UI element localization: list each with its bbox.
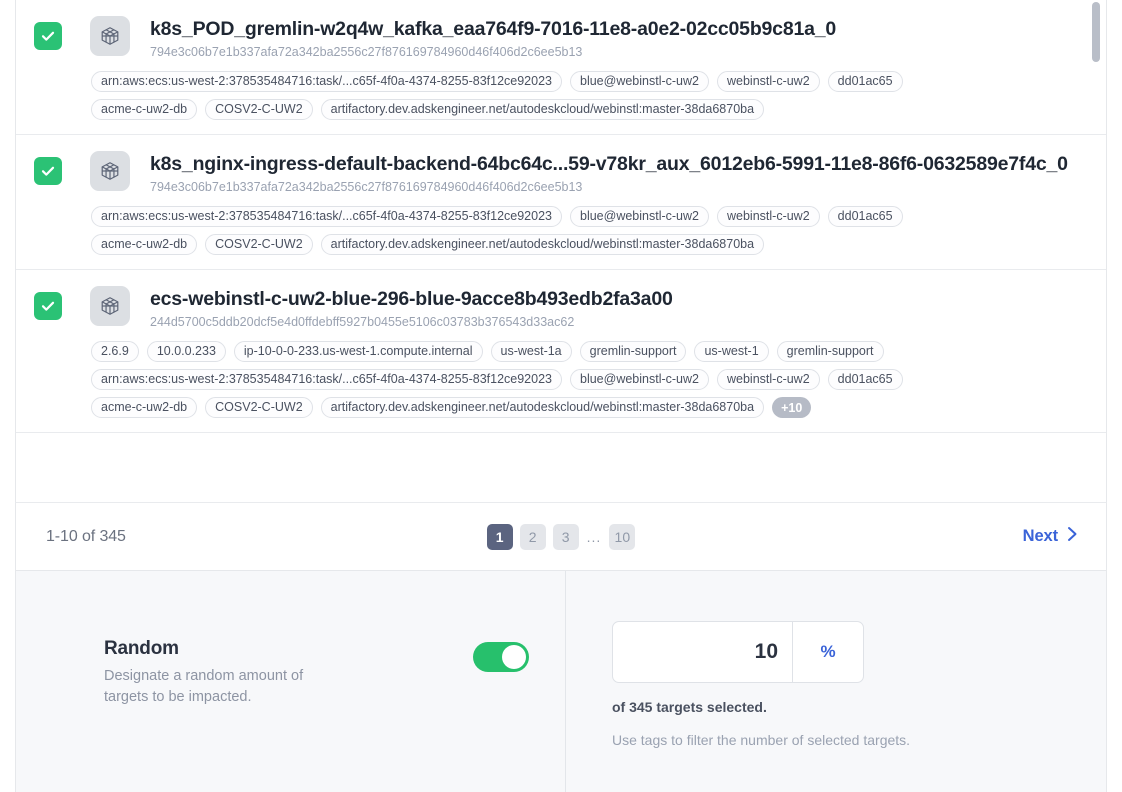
tag-line: 2.6.9 10.0.0.233 ip-10-0-0-233.us-west-1… [91,341,1088,362]
target-tag[interactable]: arn:aws:ecs:us-west-2:378535484716:task/… [91,206,562,227]
target-selection-screen: k8s_POD_gremlin-w2q4w_kafka_eaa764f9-701… [0,0,1122,792]
target-tag[interactable]: arn:aws:ecs:us-west-2:378535484716:task/… [91,369,562,390]
page-button-last[interactable]: 10 [609,523,636,550]
target-tag[interactable]: 2.6.9 [91,341,139,362]
target-tag[interactable]: acme-c-uw2-db [91,99,198,120]
target-subtitle: 794e3c06b7e1b337afa72a342ba2556c27f87616… [150,45,583,59]
target-tags: arn:aws:ecs:us-west-2:378535484716:task/… [91,206,1088,255]
pagination-range: 1-10 of 345 [46,527,126,545]
random-toggle[interactable] [473,642,529,672]
amount-unit-button[interactable]: % [792,622,863,682]
amount-hint: Use tags to filter the number of selecte… [612,732,911,748]
amount-input-group: 10 % [612,621,864,683]
page-button-2[interactable]: 2 [519,523,546,550]
pagination-pages: 1 2 3 ... 10 [16,523,1106,550]
target-tag[interactable]: 10.0.0.233 [146,341,226,362]
target-subtitle: 794e3c06b7e1b337afa72a342ba2556c27f87616… [150,180,583,194]
target-row-header: k8s_POD_gremlin-w2q4w_kafka_eaa764f9-701… [34,16,1088,61]
target-tag[interactable]: us-west-1a [490,341,572,362]
random-description: Designate a random amount of targets to … [104,668,304,705]
toggle-knob [502,645,526,669]
target-title: ecs-webinstl-c-uw2-blue-296-blue-9acce8b… [150,288,673,310]
random-setting: Random Designate a random amount of targ… [104,638,529,708]
target-tag[interactable]: us-west-1 [694,341,769,362]
target-row[interactable]: k8s_POD_gremlin-w2q4w_kafka_eaa764f9-701… [16,0,1106,135]
target-row-header: ecs-webinstl-c-uw2-blue-296-blue-9acce8b… [34,286,1088,331]
target-tag[interactable]: blue@webinstl-c-uw2 [570,369,709,390]
amount-setting: 10 % of 345 targets selected. Use tags t… [612,621,910,748]
target-tags: arn:aws:ecs:us-west-2:378535484716:task/… [91,71,1088,120]
target-tag[interactable]: COSV2-C-UW2 [205,99,313,120]
target-tag[interactable]: dd01ac65 [827,71,903,92]
cube-icon [90,286,130,326]
target-title-block: k8s_POD_gremlin-w2q4w_kafka_eaa764f9-701… [150,16,836,61]
tag-line: arn:aws:ecs:us-west-2:378535484716:task/… [91,369,1088,390]
random-title: Random [104,638,179,659]
target-tag[interactable]: gremlin-support [579,341,687,362]
tag-line: arn:aws:ecs:us-west-2:378535484716:task/… [91,71,1088,92]
target-subtitle: 244d5700c5ddb20dcf5e4d0ffdebff5927b0455e… [150,315,575,329]
tag-line: acme-c-uw2-db COSV2-C-UW2 artifactory.de… [91,99,1088,120]
target-tag[interactable]: webinstl-c-uw2 [717,206,820,227]
cube-icon [90,151,130,191]
target-tag[interactable]: webinstl-c-uw2 [717,369,820,390]
target-tag[interactable]: COSV2-C-UW2 [205,397,313,418]
target-tag[interactable]: artifactory.dev.adskengineer.net/autodes… [320,234,765,255]
random-setting-section: Random Designate a random amount of targ… [16,571,566,792]
vertical-scrollbar[interactable] [1092,0,1100,502]
target-checkbox[interactable] [34,157,62,185]
target-row[interactable]: k8s_nginx-ingress-default-backend-64bc64… [16,135,1106,270]
target-checkbox[interactable] [34,22,62,50]
cube-icon [90,16,130,56]
target-tag[interactable]: COSV2-C-UW2 [205,234,313,255]
target-tag[interactable]: gremlin-support [776,341,884,362]
page-button-3[interactable]: 3 [552,523,579,550]
target-row[interactable]: ecs-webinstl-c-uw2-blue-296-blue-9acce8b… [16,270,1106,433]
target-row-header: k8s_nginx-ingress-default-backend-64bc64… [34,151,1088,196]
target-title: k8s_nginx-ingress-default-backend-64bc64… [150,153,1068,175]
target-title-block: ecs-webinstl-c-uw2-blue-296-blue-9acce8b… [150,286,673,331]
next-page-button[interactable]: Next [1023,526,1078,547]
tag-line: acme-c-uw2-db COSV2-C-UW2 artifactory.de… [91,397,1088,418]
target-tag[interactable]: dd01ac65 [827,206,903,227]
impact-settings-panel: Random Designate a random amount of targ… [15,570,1107,792]
target-tag[interactable]: blue@webinstl-c-uw2 [570,71,709,92]
target-tag[interactable]: acme-c-uw2-db [91,234,198,255]
tag-line: acme-c-uw2-db COSV2-C-UW2 artifactory.de… [91,234,1088,255]
tag-line: arn:aws:ecs:us-west-2:378535484716:task/… [91,206,1088,227]
target-tag[interactable]: artifactory.dev.adskengineer.net/autodes… [320,397,765,418]
scrollbar-thumb[interactable] [1092,2,1100,62]
target-list: k8s_POD_gremlin-w2q4w_kafka_eaa764f9-701… [15,0,1107,502]
target-tag[interactable]: acme-c-uw2-db [91,397,198,418]
random-text-block: Random Designate a random amount of targ… [104,638,473,708]
more-tags-badge[interactable]: +10 [772,397,812,418]
target-tag[interactable]: ip-10-0-0-233.us-west-1.compute.internal [233,341,483,362]
target-tag[interactable]: artifactory.dev.adskengineer.net/autodes… [320,99,765,120]
pagination-bar: 1-10 of 345 1 2 3 ... 10 Next [15,502,1107,570]
pagination-ellipsis: ... [586,528,602,545]
target-checkbox[interactable] [34,292,62,320]
next-page-label: Next [1022,527,1058,545]
target-tag[interactable]: blue@webinstl-c-uw2 [570,206,709,227]
target-tag[interactable]: webinstl-c-uw2 [717,71,820,92]
target-tag[interactable]: dd01ac65 [827,369,903,390]
amount-setting-section: 10 % of 345 targets selected. Use tags t… [566,571,1106,792]
chevron-right-icon [1067,526,1078,547]
page-button-1[interactable]: 1 [486,523,513,550]
target-tag[interactable]: arn:aws:ecs:us-west-2:378535484716:task/… [91,71,562,92]
amount-input[interactable]: 10 [613,622,792,682]
target-tags: 2.6.9 10.0.0.233 ip-10-0-0-233.us-west-1… [91,341,1088,418]
target-title: k8s_POD_gremlin-w2q4w_kafka_eaa764f9-701… [150,18,837,40]
targets-selected-label: of 345 targets selected. [612,699,767,715]
target-title-block: k8s_nginx-ingress-default-backend-64bc64… [150,151,1068,196]
